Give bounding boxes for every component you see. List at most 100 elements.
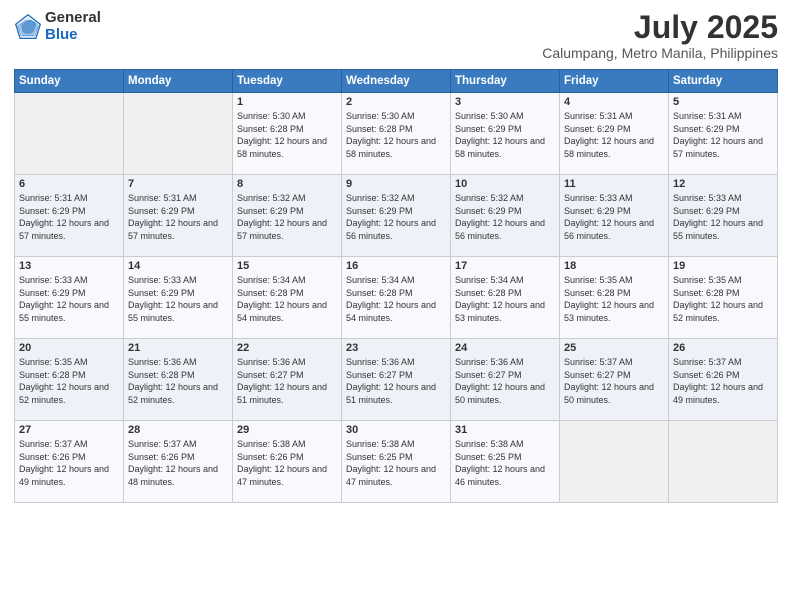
day-cell: [560, 421, 669, 503]
month-title: July 2025: [542, 10, 778, 45]
day-cell: 9 Sunrise: 5:32 AMSunset: 6:29 PMDaylight…: [342, 175, 451, 257]
day-number: 5: [673, 96, 773, 108]
day-number: 31: [455, 424, 555, 436]
day-detail: Sunrise: 5:34 AMSunset: 6:28 PMDaylight:…: [237, 274, 337, 324]
day-cell: 1Sunrise: 5:30 AMSunset: 6:28 PMDaylight…: [233, 93, 342, 175]
day-cell: 16Sunrise: 5:34 AMSunset: 6:28 PMDayligh…: [342, 257, 451, 339]
day-number: 6: [19, 178, 119, 190]
day-detail: Sunrise: 5:34 AMSunset: 6:28 PMDaylight:…: [455, 274, 555, 324]
day-cell: 6 Sunrise: 5:31 AMSunset: 6:29 PMDaylight…: [15, 175, 124, 257]
day-cell: 17 Sunrise: 5:34 AMSunset: 6:28 PMDayligh…: [451, 257, 560, 339]
day-detail: Sunrise: 5:35 AMSunset: 6:28 PMDaylight:…: [673, 274, 773, 324]
day-detail: Sunrise: 5:30 AMSunset: 6:28 PMDaylight:…: [237, 110, 337, 160]
day-cell: [15, 93, 124, 175]
day-cell: 15 Sunrise: 5:34 AMSunset: 6:28 PMDayligh…: [233, 257, 342, 339]
day-detail: Sunrise: 5:37 AMSunset: 6:26 PMDaylight:…: [19, 438, 119, 488]
day-detail: Sunrise: 5:38 AMSunset: 6:25 PMDaylight:…: [346, 438, 446, 488]
day-detail: Sunrise: 5:31 AMSunset: 6:29 PMDaylight:…: [128, 192, 228, 242]
day-detail: Sunrise: 5:33 AMSunset: 6:29 PMDaylight:…: [128, 274, 228, 324]
day-detail: Sunrise: 5:36 AMSunset: 6:28 PMDaylight:…: [128, 356, 228, 406]
logo-icon: [14, 13, 42, 41]
day-detail: Sunrise: 5:31 AMSunset: 6:29 PMDaylight:…: [673, 110, 773, 160]
page: General Blue July 2025 Calumpang, Metro …: [0, 0, 792, 612]
day-of-week-tuesday: Tuesday: [233, 70, 342, 93]
day-detail: Sunrise: 5:35 AMSunset: 6:28 PMDaylight:…: [19, 356, 119, 406]
days-of-week-row: SundayMondayTuesdayWednesdayThursdayFrid…: [15, 70, 778, 93]
day-detail: Sunrise: 5:31 AMSunset: 6:29 PMDaylight:…: [19, 192, 119, 242]
day-number: 29: [237, 424, 337, 436]
day-cell: 29 Sunrise: 5:38 AMSunset: 6:26 PMDayligh…: [233, 421, 342, 503]
week-row-1: 1Sunrise: 5:30 AMSunset: 6:28 PMDaylight…: [15, 93, 778, 175]
day-of-week-wednesday: Wednesday: [342, 70, 451, 93]
logo-blue: Blue: [45, 27, 101, 44]
day-detail: Sunrise: 5:32 AMSunset: 6:29 PMDaylight:…: [455, 192, 555, 242]
day-number: 4: [564, 96, 664, 108]
calendar-body: 1Sunrise: 5:30 AMSunset: 6:28 PMDaylight…: [15, 93, 778, 503]
day-detail: Sunrise: 5:33 AMSunset: 6:29 PMDaylight:…: [564, 192, 664, 242]
day-cell: 22Sunrise: 5:36 AMSunset: 6:27 PMDayligh…: [233, 339, 342, 421]
day-number: 20: [19, 342, 119, 354]
week-row-5: 27 Sunrise: 5:37 AMSunset: 6:26 PMDayligh…: [15, 421, 778, 503]
logo-text: General Blue: [45, 10, 101, 43]
day-detail: Sunrise: 5:33 AMSunset: 6:29 PMDaylight:…: [19, 274, 119, 324]
day-number: 7: [128, 178, 228, 190]
day-of-week-monday: Monday: [124, 70, 233, 93]
day-of-week-saturday: Saturday: [669, 70, 778, 93]
day-cell: 4 Sunrise: 5:31 AMSunset: 6:29 PMDaylight…: [560, 93, 669, 175]
day-cell: 3Sunrise: 5:30 AMSunset: 6:29 PMDaylight…: [451, 93, 560, 175]
day-cell: [669, 421, 778, 503]
day-number: 15: [237, 260, 337, 272]
day-detail: Sunrise: 5:30 AMSunset: 6:28 PMDaylight:…: [346, 110, 446, 160]
day-cell: 18 Sunrise: 5:35 AMSunset: 6:28 PMDayligh…: [560, 257, 669, 339]
title-block: July 2025 Calumpang, Metro Manila, Phili…: [542, 10, 778, 61]
day-number: 3: [455, 96, 555, 108]
location-title: Calumpang, Metro Manila, Philippines: [542, 45, 778, 61]
day-detail: Sunrise: 5:38 AMSunset: 6:26 PMDaylight:…: [237, 438, 337, 488]
day-detail: Sunrise: 5:31 AMSunset: 6:29 PMDaylight:…: [564, 110, 664, 160]
day-cell: 12Sunrise: 5:33 AMSunset: 6:29 PMDayligh…: [669, 175, 778, 257]
day-cell: 21 Sunrise: 5:36 AMSunset: 6:28 PMDayligh…: [124, 339, 233, 421]
day-number: 24: [455, 342, 555, 354]
day-number: 9: [346, 178, 446, 190]
day-number: 30: [346, 424, 446, 436]
day-cell: 23Sunrise: 5:36 AMSunset: 6:27 PMDayligh…: [342, 339, 451, 421]
day-detail: Sunrise: 5:32 AMSunset: 6:29 PMDaylight:…: [237, 192, 337, 242]
day-detail: Sunrise: 5:36 AMSunset: 6:27 PMDaylight:…: [346, 356, 446, 406]
day-number: 12: [673, 178, 773, 190]
day-cell: 2 Sunrise: 5:30 AMSunset: 6:28 PMDaylight…: [342, 93, 451, 175]
day-detail: Sunrise: 5:38 AMSunset: 6:25 PMDaylight:…: [455, 438, 555, 488]
day-detail: Sunrise: 5:32 AMSunset: 6:29 PMDaylight:…: [346, 192, 446, 242]
day-cell: 8 Sunrise: 5:32 AMSunset: 6:29 PMDaylight…: [233, 175, 342, 257]
day-of-week-sunday: Sunday: [15, 70, 124, 93]
day-detail: Sunrise: 5:35 AMSunset: 6:28 PMDaylight:…: [564, 274, 664, 324]
day-cell: 31 Sunrise: 5:38 AMSunset: 6:25 PMDayligh…: [451, 421, 560, 503]
day-detail: Sunrise: 5:37 AMSunset: 6:26 PMDaylight:…: [128, 438, 228, 488]
day-number: 8: [237, 178, 337, 190]
day-number: 26: [673, 342, 773, 354]
header: General Blue July 2025 Calumpang, Metro …: [14, 10, 778, 61]
day-cell: 28Sunrise: 5:37 AMSunset: 6:26 PMDayligh…: [124, 421, 233, 503]
day-of-week-friday: Friday: [560, 70, 669, 93]
day-number: 25: [564, 342, 664, 354]
day-cell: 19Sunrise: 5:35 AMSunset: 6:28 PMDayligh…: [669, 257, 778, 339]
day-number: 27: [19, 424, 119, 436]
day-number: 17: [455, 260, 555, 272]
day-cell: 11Sunrise: 5:33 AMSunset: 6:29 PMDayligh…: [560, 175, 669, 257]
logo-general: General: [45, 10, 101, 27]
week-row-2: 6 Sunrise: 5:31 AMSunset: 6:29 PMDaylight…: [15, 175, 778, 257]
day-cell: 20 Sunrise: 5:35 AMSunset: 6:28 PMDayligh…: [15, 339, 124, 421]
day-detail: Sunrise: 5:36 AMSunset: 6:27 PMDaylight:…: [455, 356, 555, 406]
day-cell: 10Sunrise: 5:32 AMSunset: 6:29 PMDayligh…: [451, 175, 560, 257]
day-detail: Sunrise: 5:37 AMSunset: 6:27 PMDaylight:…: [564, 356, 664, 406]
day-cell: 7 Sunrise: 5:31 AMSunset: 6:29 PMDaylight…: [124, 175, 233, 257]
week-row-4: 20 Sunrise: 5:35 AMSunset: 6:28 PMDayligh…: [15, 339, 778, 421]
day-cell: 27 Sunrise: 5:37 AMSunset: 6:26 PMDayligh…: [15, 421, 124, 503]
day-number: 16: [346, 260, 446, 272]
day-number: 2: [346, 96, 446, 108]
day-number: 21: [128, 342, 228, 354]
day-of-week-thursday: Thursday: [451, 70, 560, 93]
week-row-3: 13Sunrise: 5:33 AMSunset: 6:29 PMDayligh…: [15, 257, 778, 339]
logo: General Blue: [14, 10, 101, 43]
day-number: 18: [564, 260, 664, 272]
day-detail: Sunrise: 5:36 AMSunset: 6:27 PMDaylight:…: [237, 356, 337, 406]
